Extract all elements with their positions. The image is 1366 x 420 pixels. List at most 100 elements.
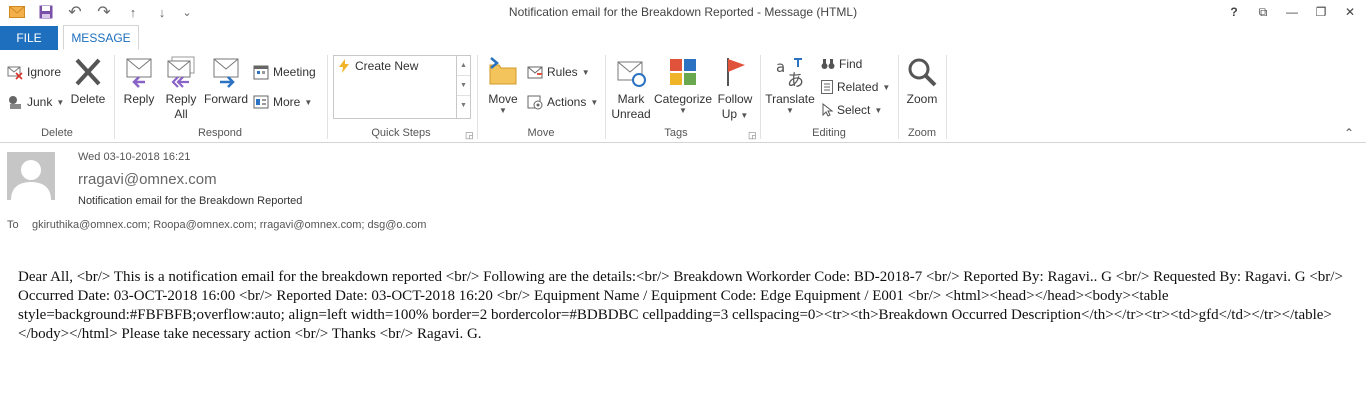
quick-steps-launcher-icon[interactable]: ◲ [465, 130, 474, 141]
rules-button[interactable]: Rules ▼ [527, 64, 590, 80]
ignore-label: Ignore [27, 65, 62, 79]
meeting-icon [253, 65, 269, 80]
follow-up-button[interactable]: Follow Up ▼ [714, 56, 756, 123]
svg-text:a: a [776, 58, 785, 76]
group-separator [946, 55, 947, 139]
find-button[interactable]: Find [821, 57, 862, 71]
message-subject: Notification email for the Breakdown Rep… [78, 195, 303, 207]
window-title: Notification email for the Breakdown Rep… [508, 5, 858, 19]
delete-icon [75, 58, 101, 86]
sent-date: Wed 03-10-2018 16:21 [78, 151, 191, 163]
actions-label: Actions [547, 95, 587, 109]
collapse-ribbon-icon[interactable]: ⌃ [1344, 126, 1354, 140]
ribbon-display-options-button[interactable]: ⧉ [1251, 2, 1275, 22]
forward-label: Forward [203, 92, 248, 106]
magnifier-icon [908, 58, 937, 87]
related-label: Related [837, 80, 879, 94]
chevron-down-icon: ▼ [590, 97, 599, 107]
lightning-icon [339, 59, 349, 73]
reply-button[interactable]: Reply [120, 56, 158, 106]
quick-steps-gallery[interactable]: Create New ▲ ▼ ▼ [333, 55, 471, 119]
zoom-button[interactable]: Zoom [902, 56, 942, 106]
chevron-down-icon: ▼ [581, 67, 590, 77]
restore-button[interactable]: ❐ [1309, 2, 1333, 22]
rules-label: Rules [547, 65, 578, 79]
tags-launcher-icon[interactable]: ◲ [748, 130, 757, 141]
more-icon [253, 95, 269, 109]
group-label-delete: Delete [41, 127, 73, 139]
select-button[interactable]: Select ▼ [821, 103, 882, 117]
message-body: Dear All, <br/> This is a notification e… [18, 269, 1343, 342]
translate-label: Translate [765, 92, 815, 106]
flag-icon [727, 58, 745, 86]
more-label: More [273, 95, 301, 109]
ribbon: Ignore Junk ▼ Delete Delete Reply Reply … [0, 50, 1366, 143]
group-label-quick-steps: Quick Steps [371, 127, 431, 139]
mark-unread-label-line2: Unread [611, 107, 651, 121]
translate-button[interactable]: aあ Translate ▼ [764, 56, 816, 115]
chevron-down-icon: ▼ [882, 82, 891, 92]
junk-label: Junk [27, 95, 53, 109]
actions-icon [527, 95, 543, 110]
rules-icon [527, 66, 543, 79]
chevron-down-icon: ▼ [56, 97, 65, 107]
chevron-down-icon: ▼ [786, 106, 794, 115]
sender-address[interactable]: rragavi@omnex.com [78, 171, 217, 188]
mark-unread-label-line1: Mark [617, 92, 645, 106]
group-label-tags: Tags [664, 127, 688, 139]
ignore-icon [7, 66, 23, 80]
junk-icon [9, 96, 21, 109]
translate-icon: aあ [776, 58, 804, 88]
mark-unread-button[interactable]: Mark Unread [609, 56, 653, 122]
more-button[interactable]: More ▼ [253, 94, 312, 110]
help-button[interactable]: ? [1222, 2, 1246, 22]
title-bar: ↶ ↷ ↑ ↓ ⌄ Notification email for the Bre… [0, 0, 1366, 24]
quick-steps-scrollbar[interactable]: ▲ ▼ ▼ [456, 56, 470, 118]
mark-unread-icon [617, 61, 646, 87]
group-label-respond: Respond [197, 127, 243, 139]
move-label: Move [488, 92, 518, 106]
close-button[interactable]: ✕ [1338, 2, 1362, 22]
meeting-button[interactable]: Meeting [253, 64, 316, 80]
group-label-editing: Editing [812, 127, 846, 139]
chevron-down-icon: ▼ [740, 111, 749, 120]
related-button[interactable]: Related ▼ [821, 80, 890, 94]
minimize-button[interactable]: — [1280, 2, 1304, 22]
forward-icon [213, 58, 239, 88]
person-icon [11, 160, 51, 200]
binoculars-icon [821, 59, 835, 69]
categorize-label: Categorize [654, 92, 713, 106]
ribbon-tab-bar: FILE MESSAGE [0, 24, 1366, 51]
follow-up-label-line2: Up [721, 107, 738, 121]
move-folder-icon [489, 57, 517, 85]
chevron-down-icon: ▼ [304, 97, 313, 107]
reply-label: Reply [123, 92, 155, 106]
scroll-up-icon[interactable]: ▲ [457, 56, 470, 76]
avatar[interactable] [7, 152, 55, 200]
move-button[interactable]: Move ▼ [484, 56, 522, 115]
scroll-down-icon[interactable]: ▼ [457, 76, 470, 96]
find-label: Find [839, 57, 863, 71]
expand-gallery-icon[interactable]: ▼ [457, 96, 470, 116]
actions-button[interactable]: Actions ▼ [527, 94, 598, 110]
forward-button[interactable]: Forward [203, 56, 249, 106]
ignore-button[interactable]: Ignore [7, 64, 61, 80]
reply-icon [126, 58, 152, 88]
follow-up-label-line1: Follow [717, 92, 753, 106]
chevron-down-icon: ▼ [874, 105, 883, 115]
categorize-button[interactable]: Categorize ▼ [654, 56, 712, 115]
zoom-label: Zoom [906, 92, 938, 106]
meeting-label: Meeting [273, 65, 316, 79]
select-label: Select [837, 103, 871, 117]
tab-message[interactable]: MESSAGE [63, 25, 139, 50]
tab-file[interactable]: FILE [0, 26, 58, 50]
recipients-list[interactable]: gkiruthika@omnex.com; Roopa@omnex.com; r… [32, 219, 426, 231]
reply-all-label-line1: Reply [165, 92, 197, 106]
reply-all-button[interactable]: Reply All [161, 56, 201, 122]
quick-step-create-new[interactable]: Create New [338, 59, 418, 73]
chevron-down-icon: ▼ [679, 106, 687, 115]
delete-button[interactable]: Delete [68, 56, 108, 106]
junk-button[interactable]: Junk ▼ [7, 94, 64, 110]
group-label-move: Move [527, 127, 555, 139]
cursor-icon [822, 103, 833, 117]
